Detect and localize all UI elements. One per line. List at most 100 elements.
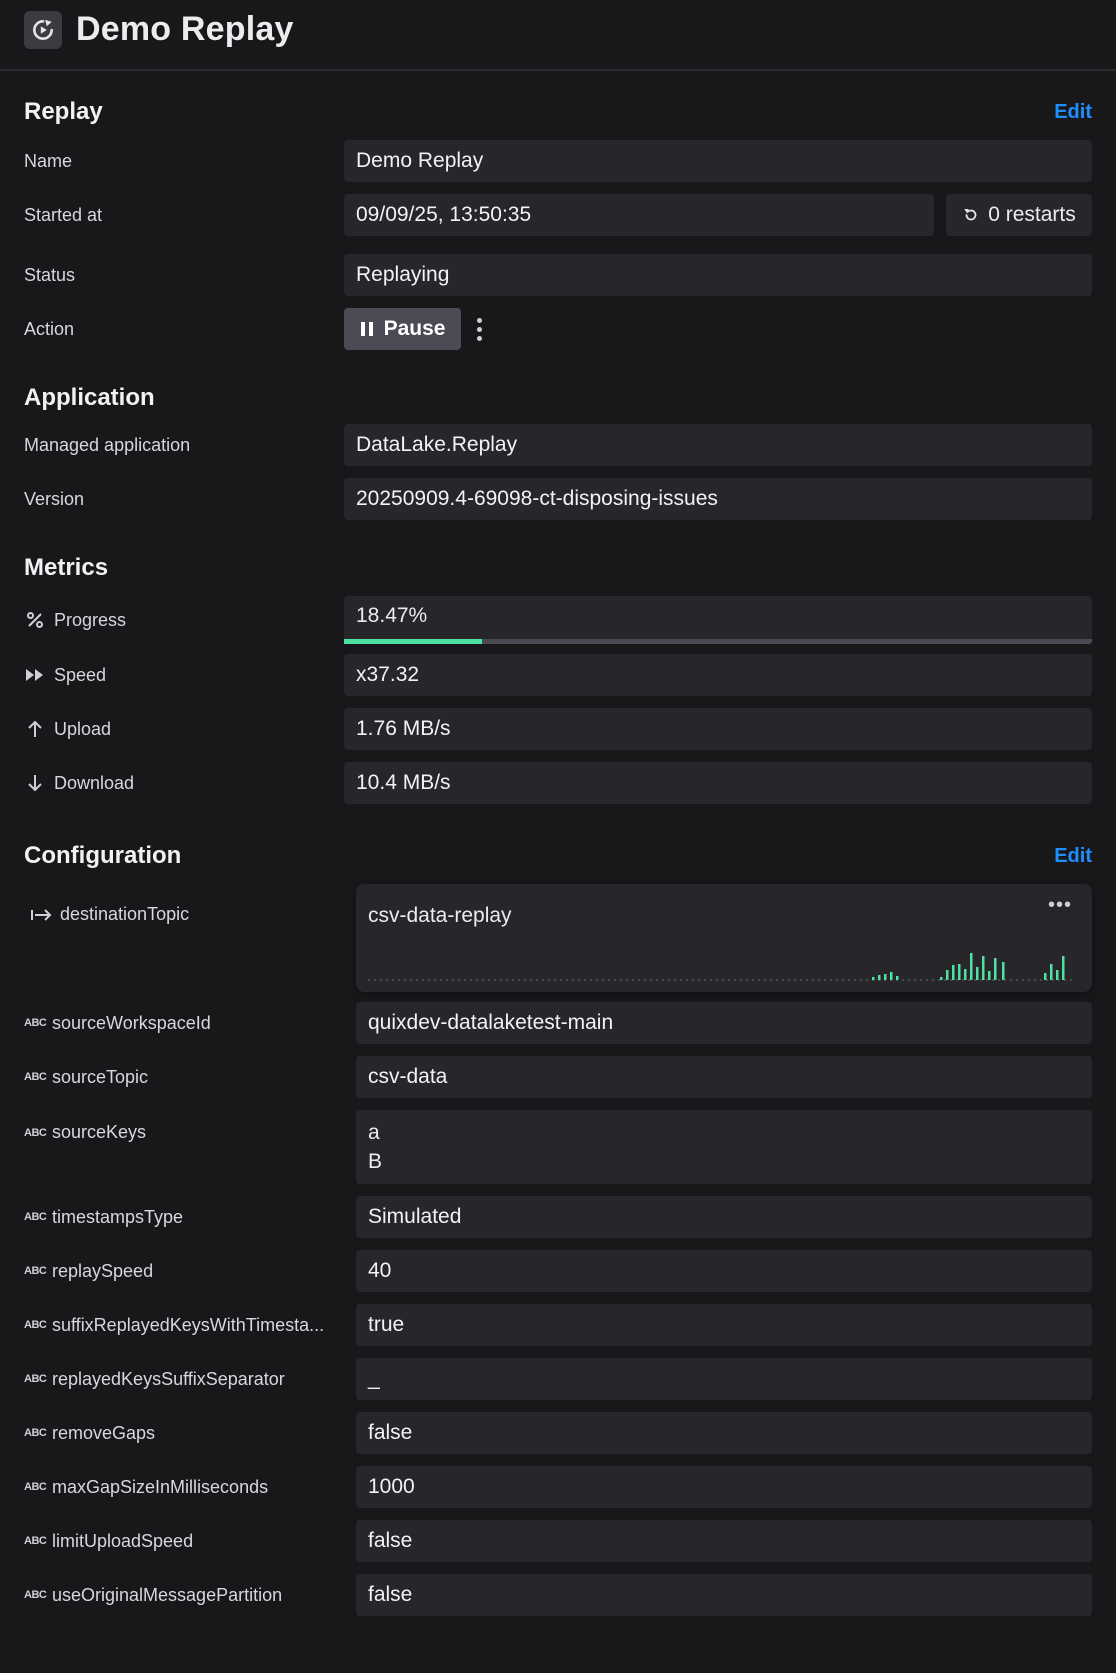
- topic-more-icon[interactable]: •••: [1048, 894, 1072, 917]
- config-value: false: [356, 1412, 1092, 1454]
- arrow-up-icon: [24, 720, 46, 738]
- pause-button-label: Pause: [383, 317, 446, 340]
- progress-fill: [344, 639, 483, 644]
- upload-row: Upload 1.76 MB/s: [24, 708, 1092, 750]
- upload-label: Upload: [54, 718, 112, 739]
- sparkline-bar: [896, 976, 899, 980]
- abc-type-icon: ABC: [24, 1211, 47, 1223]
- status-row: Status Replaying: [24, 254, 1092, 296]
- name-label: Name: [24, 150, 73, 171]
- fast-forward-icon: [24, 668, 46, 682]
- destination-label-wrap: destinationTopic: [24, 884, 356, 925]
- percent-icon: [24, 611, 46, 629]
- sparkline-bar: [994, 958, 997, 980]
- abc-type-icon: ABC: [24, 1126, 47, 1139]
- progress-track: [344, 639, 1092, 644]
- config-value-multiline: a B: [356, 1110, 1092, 1184]
- sparkline-bar: [1056, 970, 1059, 980]
- replay-section-header: Replay Edit: [24, 94, 1092, 130]
- action-label: Action: [24, 318, 75, 339]
- restarts-badge: 0 restarts: [946, 194, 1092, 236]
- configuration-edit-link[interactable]: Edit: [1054, 845, 1092, 868]
- speed-field: x37.32: [344, 654, 1092, 696]
- topic-sparkline: [368, 953, 1076, 981]
- speed-label-wrap: Speed: [24, 665, 344, 686]
- upload-label-wrap: Upload: [24, 719, 344, 740]
- config-label: removeGaps: [52, 1422, 156, 1443]
- metrics-section-header: Metrics: [24, 550, 1092, 586]
- started-row: Started at 09/09/25, 13:50:35 0 restarts: [24, 194, 1092, 236]
- config-row: ABC removeGaps false: [24, 1412, 1092, 1454]
- destination-topic-card[interactable]: csv-data-replay •••: [356, 884, 1092, 992]
- sparkline-bar: [952, 965, 955, 980]
- config-row: ABC maxGapSizeInMilliseconds 1000: [24, 1466, 1092, 1508]
- config-value: 1000: [356, 1466, 1092, 1508]
- config-row: ABC replaySpeed 40: [24, 1250, 1092, 1292]
- config-label-wrap: ABC useOriginalMessagePartition: [24, 1585, 356, 1606]
- sparkline-bar: [970, 953, 973, 980]
- config-value: Simulated: [356, 1196, 1092, 1238]
- config-label: sourceWorkspaceId: [52, 1012, 211, 1033]
- configuration-section-header: Configuration Edit: [24, 838, 1092, 874]
- abc-type-icon: ABC: [24, 1319, 47, 1331]
- managed-app-label: Managed application: [24, 434, 191, 455]
- config-row: ABC sourceKeys a B: [24, 1110, 1092, 1184]
- upload-field: 1.76 MB/s: [344, 708, 1092, 750]
- name-row: Name Demo Replay: [24, 140, 1092, 182]
- sparkline-bar: [890, 972, 893, 980]
- abc-type-icon: ABC: [24, 1535, 47, 1547]
- config-label-wrap: ABC removeGaps: [24, 1423, 356, 1444]
- sparkline-bar: [1044, 973, 1047, 980]
- abc-type-icon: ABC: [24, 1265, 47, 1277]
- config-label: useOriginalMessagePartition: [52, 1584, 283, 1605]
- sparkline-bar: [964, 969, 967, 980]
- sparkline-bar: [988, 971, 991, 980]
- download-label: Download: [54, 772, 135, 793]
- abc-type-icon: ABC: [24, 1589, 47, 1601]
- download-field: 10.4 MB/s: [344, 762, 1092, 804]
- output-arrow-icon: [30, 908, 52, 922]
- destination-topic-name: csv-data-replay: [368, 904, 512, 927]
- abc-type-icon: ABC: [24, 1427, 47, 1439]
- section-title-configuration: Configuration: [24, 842, 182, 869]
- sparkline-bar: [1002, 962, 1005, 980]
- sparkline-bar: [1062, 956, 1065, 980]
- abc-type-icon: ABC: [24, 1481, 47, 1493]
- download-row: Download 10.4 MB/s: [24, 762, 1092, 804]
- sparkline-bar: [878, 975, 881, 980]
- config-label: suffixReplayedKeysWithTimesta...: [52, 1314, 325, 1335]
- status-label: Status: [24, 264, 76, 285]
- more-actions-icon[interactable]: [477, 317, 482, 341]
- config-label: sourceKeys: [52, 1122, 147, 1142]
- config-row: ABC useOriginalMessagePartition false: [24, 1574, 1092, 1616]
- section-title-replay: Replay: [24, 98, 103, 125]
- config-row: ABC sourceWorkspaceId quixdev-datalaketest…: [24, 1002, 1092, 1044]
- name-field: Demo Replay: [344, 140, 1092, 182]
- config-value: csv-data: [356, 1056, 1092, 1098]
- arrow-down-icon: [24, 774, 46, 792]
- page-header: Demo Replay: [0, 0, 1116, 71]
- progress-row: Progress 18.47%: [24, 596, 1092, 644]
- action-row: Action Pause: [24, 308, 1092, 350]
- config-label-wrap: ABC maxGapSizeInMilliseconds: [24, 1477, 356, 1498]
- managed-app-field: DataLake.Replay: [344, 424, 1092, 466]
- config-value: true: [356, 1304, 1092, 1346]
- config-value: false: [356, 1520, 1092, 1562]
- sparkline-bar: [884, 974, 887, 980]
- replay-edit-link[interactable]: Edit: [1054, 101, 1092, 124]
- abc-type-icon: ABC: [24, 1373, 47, 1385]
- config-label: replaySpeed: [52, 1260, 154, 1281]
- started-label: Started at: [24, 204, 103, 225]
- config-row: ABC timestampsType Simulated: [24, 1196, 1092, 1238]
- config-label: sourceTopic: [52, 1066, 149, 1087]
- sparkline-bar: [872, 977, 875, 980]
- download-label-wrap: Download: [24, 773, 344, 794]
- config-label-wrap: ABC suffixReplayedKeysWithTimesta...: [24, 1315, 356, 1336]
- config-label-wrap: ABC sourceWorkspaceId: [24, 1013, 356, 1034]
- config-label-wrap: ABC sourceKeys: [24, 1110, 356, 1143]
- version-row: Version 20250909.4-69098-ct-disposing-is…: [24, 478, 1092, 520]
- pause-button[interactable]: Pause: [344, 308, 461, 350]
- config-value: _: [356, 1358, 1092, 1400]
- restart-icon: [964, 209, 977, 221]
- config-row: ABC replayedKeysSuffixSeparator _: [24, 1358, 1092, 1400]
